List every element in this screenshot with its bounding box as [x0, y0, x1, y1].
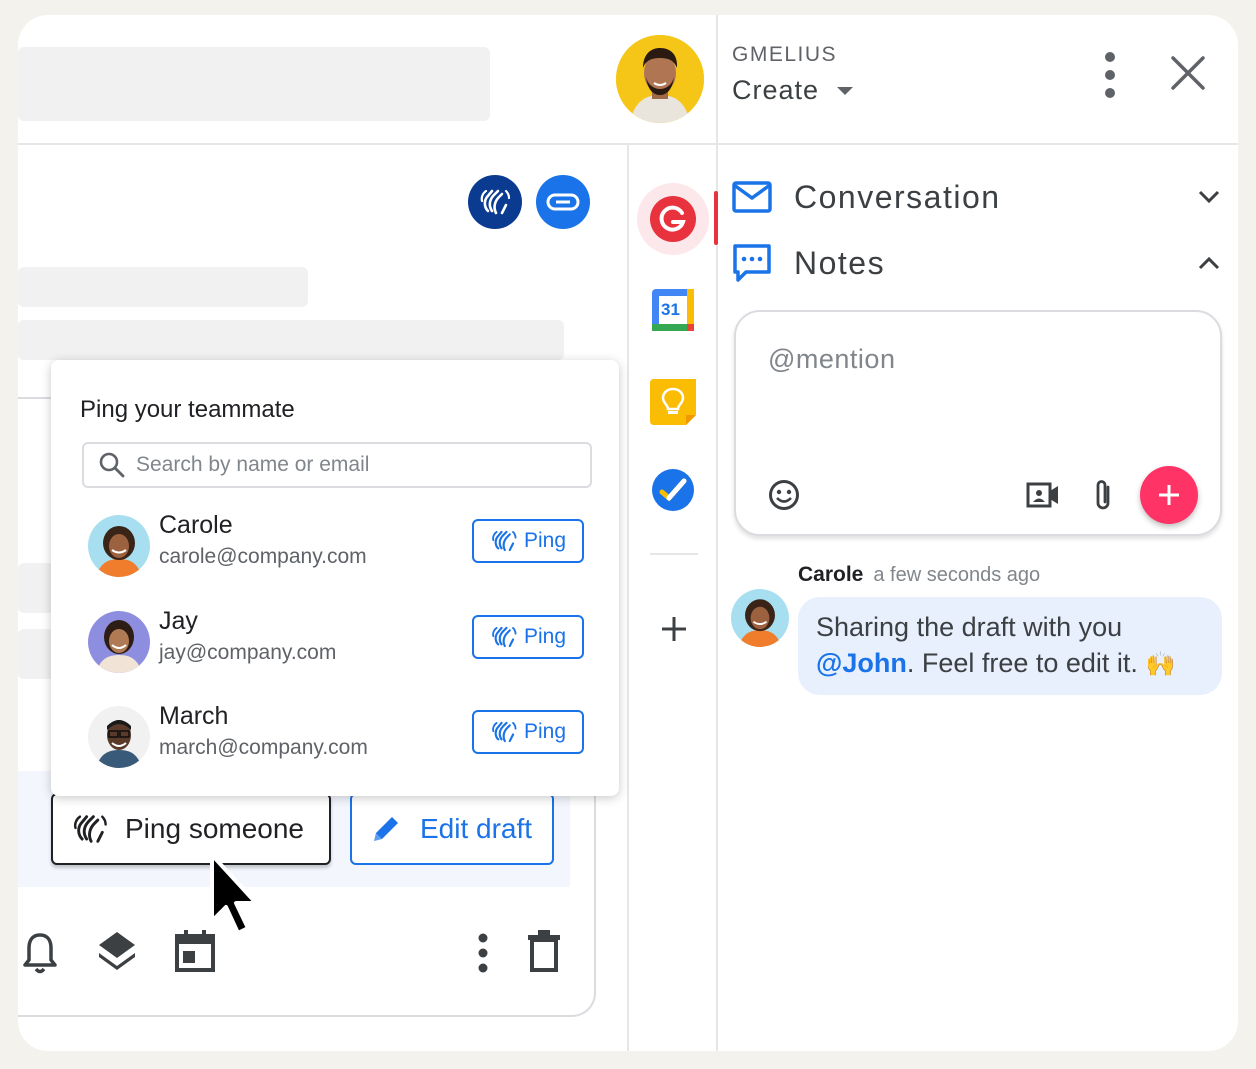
search-placeholder: Search by name or email [136, 453, 370, 476]
chevron-down-icon [1198, 190, 1220, 204]
waving-hand-icon [492, 626, 517, 648]
calendar-day: 31 [661, 300, 680, 319]
member-name: Carole [159, 511, 233, 539]
add-addon-icon[interactable] [660, 615, 688, 648]
caret-down-icon [837, 86, 854, 95]
jay-avatar [88, 611, 150, 673]
chevron-up-icon [1198, 256, 1220, 270]
brand-label: GMELIUS [732, 43, 838, 66]
popup-title: Ping your teammate [80, 396, 295, 423]
attachment-icon[interactable] [1092, 477, 1114, 513]
google-calendar-icon[interactable]: 31 [652, 289, 694, 331]
note-message: Sharing the draft with you @John. Feel f… [798, 597, 1222, 695]
note-mention[interactable]: @John [816, 648, 907, 678]
active-indicator [714, 191, 718, 245]
create-dropdown[interactable]: Create [732, 75, 855, 106]
close-icon[interactable] [1170, 55, 1206, 91]
plus-icon [1159, 485, 1179, 505]
add-note-button[interactable] [1140, 466, 1198, 524]
conversation-label: Conversation [794, 178, 1001, 215]
member-email: carole@company.com [159, 545, 367, 568]
member-email: jay@company.com [159, 641, 337, 664]
member-name: Jay [159, 607, 198, 635]
ping-button[interactable]: Ping [472, 615, 584, 659]
ping-teammate-popup: Ping your teammate Search by name or ema… [51, 360, 619, 796]
note-text-after: . Feel free to edit it. [906, 648, 1138, 678]
waving-hand-icon [492, 530, 517, 552]
note-time: a few seconds ago [873, 564, 1041, 586]
teammate-row: March march@company.com Ping [88, 702, 588, 782]
google-tasks-icon[interactable] [652, 469, 694, 516]
notes-label: Notes [794, 244, 886, 281]
member-email: march@company.com [159, 736, 368, 759]
note-header: Carole a few seconds ago [798, 563, 1040, 587]
ping-button[interactable]: Ping [472, 519, 584, 563]
placeholder-bar [18, 629, 54, 679]
mention-input[interactable]: @mention [768, 344, 895, 375]
placeholder-bar [18, 47, 490, 121]
mail-icon [732, 181, 772, 213]
march-avatar [88, 706, 150, 768]
panel-divider [716, 15, 718, 1051]
placeholder-bar [18, 320, 564, 360]
link-icon[interactable] [536, 175, 590, 229]
carole-avatar [88, 515, 150, 577]
video-icon[interactable] [1026, 482, 1060, 508]
conversation-section[interactable]: Conversation [732, 177, 1220, 217]
note-author-avatar [731, 589, 789, 647]
person-photo-icon [616, 35, 704, 123]
placeholder-bar [18, 267, 308, 307]
emoji-icon[interactable] [768, 479, 800, 511]
note-bubble-icon [733, 244, 771, 282]
waving-hand-icon [492, 721, 517, 743]
member-name: March [159, 702, 229, 730]
teammate-row: Carole carole@company.com Ping [88, 511, 588, 591]
ping-label: Ping [523, 625, 567, 648]
ping-label: Ping [523, 720, 567, 743]
ping-label: Ping [523, 529, 567, 552]
notes-section[interactable]: Notes [732, 243, 1220, 283]
more-options-icon[interactable] [1100, 51, 1120, 101]
note-text-before: Sharing the draft with you [816, 612, 1123, 642]
ping-hand-icon[interactable] [468, 175, 522, 229]
teammate-search-input[interactable]: Search by name or email [82, 442, 592, 488]
raised-hands-emoji: 🙌 [1145, 651, 1176, 678]
search-icon [99, 452, 125, 478]
note-author: Carole [798, 563, 864, 586]
ping-button[interactable]: Ping [472, 710, 584, 754]
placeholder-bar [18, 563, 54, 613]
create-label: Create [732, 75, 820, 105]
google-keep-icon[interactable] [650, 379, 696, 430]
teammate-row: Jay jay@company.com Ping [88, 607, 588, 687]
user-avatar[interactable] [616, 35, 704, 123]
app-window: GMELIUS Create Ping someone Edit draft 3… [18, 15, 1238, 1051]
rail-divider [627, 145, 629, 1051]
rail-separator [650, 553, 698, 555]
note-composer[interactable]: @mention [734, 310, 1222, 536]
gmelius-addon-icon[interactable] [637, 183, 709, 255]
